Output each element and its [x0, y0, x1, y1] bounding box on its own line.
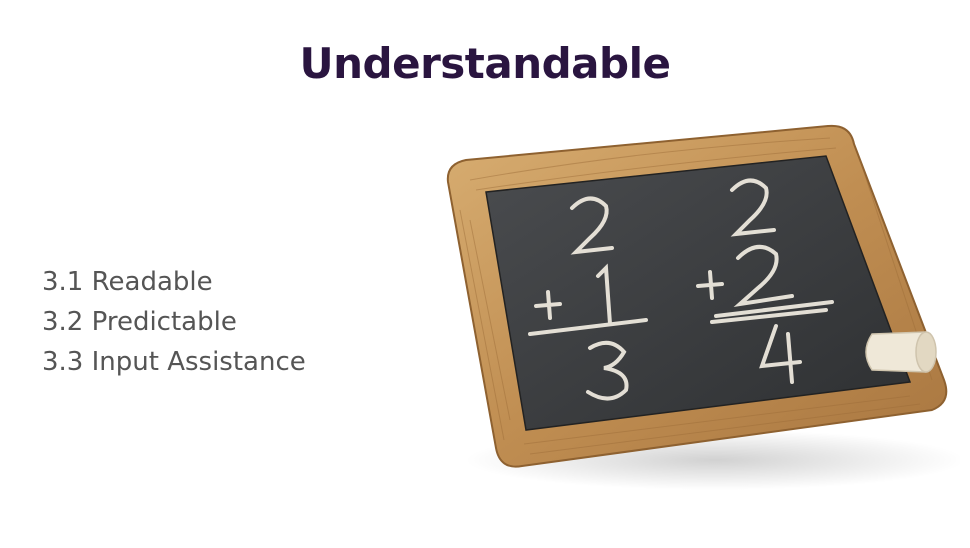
list-item: 3.3 Input Assistance — [42, 347, 306, 377]
slide-title: Understandable — [299, 39, 671, 89]
chalk-piece — [865, 331, 937, 373]
topic-list: 3.1 Readable 3.2 Predictable 3.3 Input A… — [42, 262, 306, 382]
list-item: 3.2 Predictable — [42, 307, 237, 337]
list-item: 3.1 Readable — [42, 267, 213, 297]
chalkboard-image — [446, 124, 960, 490]
